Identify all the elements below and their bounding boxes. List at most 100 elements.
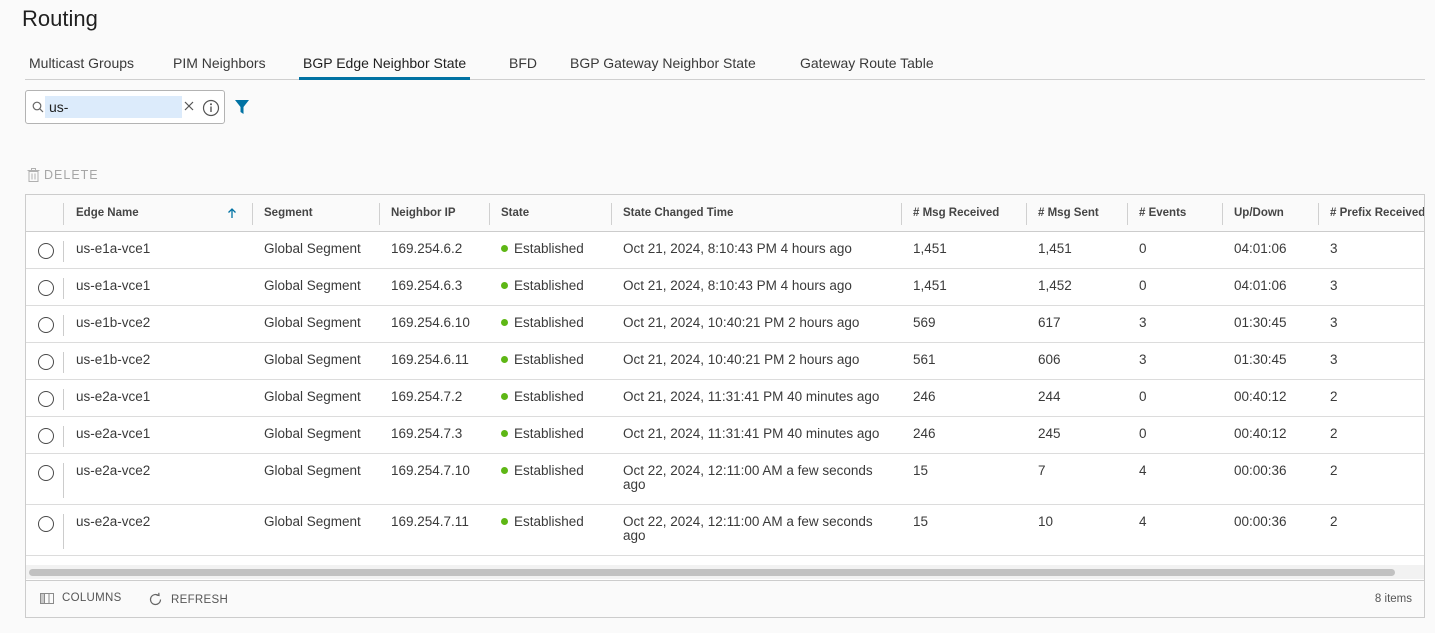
horizontal-scrollbar[interactable] bbox=[26, 565, 1424, 579]
info-icon[interactable] bbox=[202, 99, 220, 117]
cell-neighbor-ip: 169.254.6.3 bbox=[391, 278, 463, 293]
cell-state-changed-time: Oct 21, 2024, 10:40:21 PM 2 hours ago bbox=[623, 315, 860, 330]
table-row[interactable]: us-e1b-vce2 Global Segment 169.254.6.11 Est… bbox=[26, 343, 1424, 380]
table-row[interactable]: us-e2a-vce1 Global Segment 169.254.7.3 Esta… bbox=[26, 417, 1424, 454]
cell-msg-sent: 1,452 bbox=[1038, 278, 1072, 293]
cell-edge-name: us-e2a-vce2 bbox=[76, 463, 151, 478]
row-select-radio[interactable] bbox=[38, 280, 54, 296]
tab-bgp-gateway-neighbor-state[interactable]: BGP Gateway Neighbor State bbox=[566, 55, 760, 80]
cell-state-changed-time: Oct 21, 2024, 11:31:41 PM 40 minutes ago bbox=[623, 426, 880, 441]
cell-prefix-received: 3 bbox=[1330, 278, 1338, 293]
cell-events: 0 bbox=[1139, 426, 1147, 441]
refresh-button[interactable]: REFRESH bbox=[148, 592, 228, 607]
cell-prefix-received: 2 bbox=[1330, 463, 1338, 478]
cell-edge-name: us-e2a-vce1 bbox=[76, 389, 151, 404]
clear-icon[interactable] bbox=[183, 100, 195, 112]
refresh-icon bbox=[149, 592, 162, 606]
cell-msg-sent: 617 bbox=[1038, 315, 1061, 330]
cell-up-down: 00:40:12 bbox=[1234, 426, 1287, 441]
table-row[interactable]: us-e2a-vce2 Global Segment 169.254.7.11 Est… bbox=[26, 505, 1424, 556]
cell-edge-name: us-e1a-vce1 bbox=[76, 241, 151, 256]
cell-segment: Global Segment bbox=[264, 514, 361, 529]
cell-up-down: 04:01:06 bbox=[1234, 241, 1287, 256]
cell-up-down: 04:01:06 bbox=[1234, 278, 1287, 293]
row-select-radio[interactable] bbox=[38, 465, 54, 481]
table-row[interactable]: us-e1b-vce2 Global Segment 169.254.6.10 Est… bbox=[26, 306, 1424, 343]
cell-neighbor-ip: 169.254.6.2 bbox=[391, 241, 463, 256]
cell-msg-sent: 245 bbox=[1038, 426, 1061, 441]
cell-state: Established bbox=[489, 353, 584, 367]
column-header-msg-sent[interactable]: # Msg Sent bbox=[1026, 195, 1099, 232]
scrollbar-thumb[interactable] bbox=[29, 569, 1395, 576]
status-dot-icon bbox=[501, 356, 508, 363]
tab-gateway-route-table[interactable]: Gateway Route Table bbox=[796, 55, 938, 80]
cell-segment: Global Segment bbox=[264, 278, 361, 293]
cell-state: Established bbox=[489, 464, 584, 478]
tab-multicast-groups[interactable]: Multicast Groups bbox=[25, 55, 138, 80]
table-row[interactable]: us-e2a-vce1 Global Segment 169.254.7.2 Esta… bbox=[26, 380, 1424, 417]
column-header-events[interactable]: # Events bbox=[1127, 195, 1186, 232]
cell-state-changed-time: Oct 21, 2024, 8:10:43 PM 4 hours ago bbox=[623, 278, 852, 293]
cell-msg-received: 569 bbox=[913, 315, 936, 330]
cell-events: 0 bbox=[1139, 389, 1147, 404]
row-select-radio[interactable] bbox=[38, 354, 54, 370]
status-dot-icon bbox=[501, 245, 508, 252]
search-input[interactable] bbox=[45, 96, 182, 118]
cell-state-changed-time: Oct 21, 2024, 11:31:41 PM 40 minutes ago bbox=[623, 389, 880, 404]
column-header-prefix-received[interactable]: # Prefix Received bbox=[1318, 195, 1424, 232]
cell-neighbor-ip: 169.254.6.10 bbox=[391, 315, 470, 330]
cell-prefix-received: 2 bbox=[1330, 389, 1338, 404]
column-header-edge-name[interactable]: Edge Name bbox=[64, 195, 251, 232]
cell-events: 4 bbox=[1139, 514, 1147, 529]
cell-neighbor-ip: 169.254.7.3 bbox=[391, 426, 463, 441]
cell-edge-name: us-e2a-vce2 bbox=[76, 514, 151, 529]
column-header-up-down[interactable]: Up/Down bbox=[1222, 195, 1284, 232]
filter-icon[interactable] bbox=[234, 99, 250, 115]
search-box bbox=[25, 90, 225, 124]
column-header-neighbor-ip[interactable]: Neighbor IP bbox=[379, 195, 456, 232]
table-row[interactable]: us-e2a-vce2 Global Segment 169.254.7.10 Est… bbox=[26, 454, 1424, 505]
row-select-radio[interactable] bbox=[38, 391, 54, 407]
cell-up-down: 01:30:45 bbox=[1234, 352, 1287, 367]
state-label: Established bbox=[514, 389, 584, 404]
delete-button[interactable]: DELETE bbox=[27, 167, 99, 183]
cell-msg-sent: 244 bbox=[1038, 389, 1061, 404]
cell-events: 3 bbox=[1139, 352, 1147, 367]
row-select-radio[interactable] bbox=[38, 516, 54, 532]
cell-neighbor-ip: 169.254.7.2 bbox=[391, 389, 463, 404]
item-count: 8 items bbox=[1374, 593, 1412, 605]
tab-bar: Multicast Groups PIM Neighbors BGP Edge … bbox=[25, 52, 1425, 80]
cell-segment: Global Segment bbox=[264, 389, 361, 404]
state-label: Established bbox=[514, 315, 584, 330]
table-row[interactable]: us-e1a-vce1 Global Segment 169.254.6.3 Esta… bbox=[26, 269, 1424, 306]
status-dot-icon bbox=[501, 467, 508, 474]
cell-segment: Global Segment bbox=[264, 241, 361, 256]
table-row[interactable]: us-e1a-vce1 Global Segment 169.254.6.2 Esta… bbox=[26, 232, 1424, 269]
column-header-segment[interactable]: Segment bbox=[252, 195, 313, 232]
tab-bfd[interactable]: BFD bbox=[505, 55, 541, 80]
cell-state: Established bbox=[489, 390, 584, 404]
state-label: Established bbox=[514, 278, 584, 293]
cell-state: Established bbox=[489, 316, 584, 330]
columns-label: COLUMNS bbox=[62, 592, 122, 604]
row-select-radio[interactable] bbox=[38, 428, 54, 444]
status-dot-icon bbox=[501, 282, 508, 289]
tab-pim-neighbors[interactable]: PIM Neighbors bbox=[169, 55, 270, 80]
cell-segment: Global Segment bbox=[264, 315, 361, 330]
state-label: Established bbox=[514, 241, 584, 256]
delete-label: DELETE bbox=[44, 168, 99, 182]
cell-msg-received: 246 bbox=[913, 426, 936, 441]
column-header-state-changed-time[interactable]: State Changed Time bbox=[611, 195, 733, 232]
column-header-state[interactable]: State bbox=[489, 195, 529, 232]
cell-msg-sent: 1,451 bbox=[1038, 241, 1072, 256]
cell-up-down: 00:40:12 bbox=[1234, 389, 1287, 404]
row-select-radio[interactable] bbox=[38, 243, 54, 259]
column-header-msg-received[interactable]: # Msg Received bbox=[901, 195, 999, 232]
tab-bgp-edge-neighbor-state[interactable]: BGP Edge Neighbor State bbox=[299, 55, 471, 80]
sort-ascending-icon[interactable] bbox=[226, 207, 238, 219]
page-title: Routing bbox=[22, 6, 98, 31]
columns-button[interactable]: COLUMNS bbox=[40, 592, 122, 604]
cell-state-changed-time: Oct 22, 2024, 12:11:00 AM a few seconds … bbox=[623, 463, 873, 492]
row-select-radio[interactable] bbox=[38, 317, 54, 333]
cell-msg-received: 1,451 bbox=[913, 278, 947, 293]
